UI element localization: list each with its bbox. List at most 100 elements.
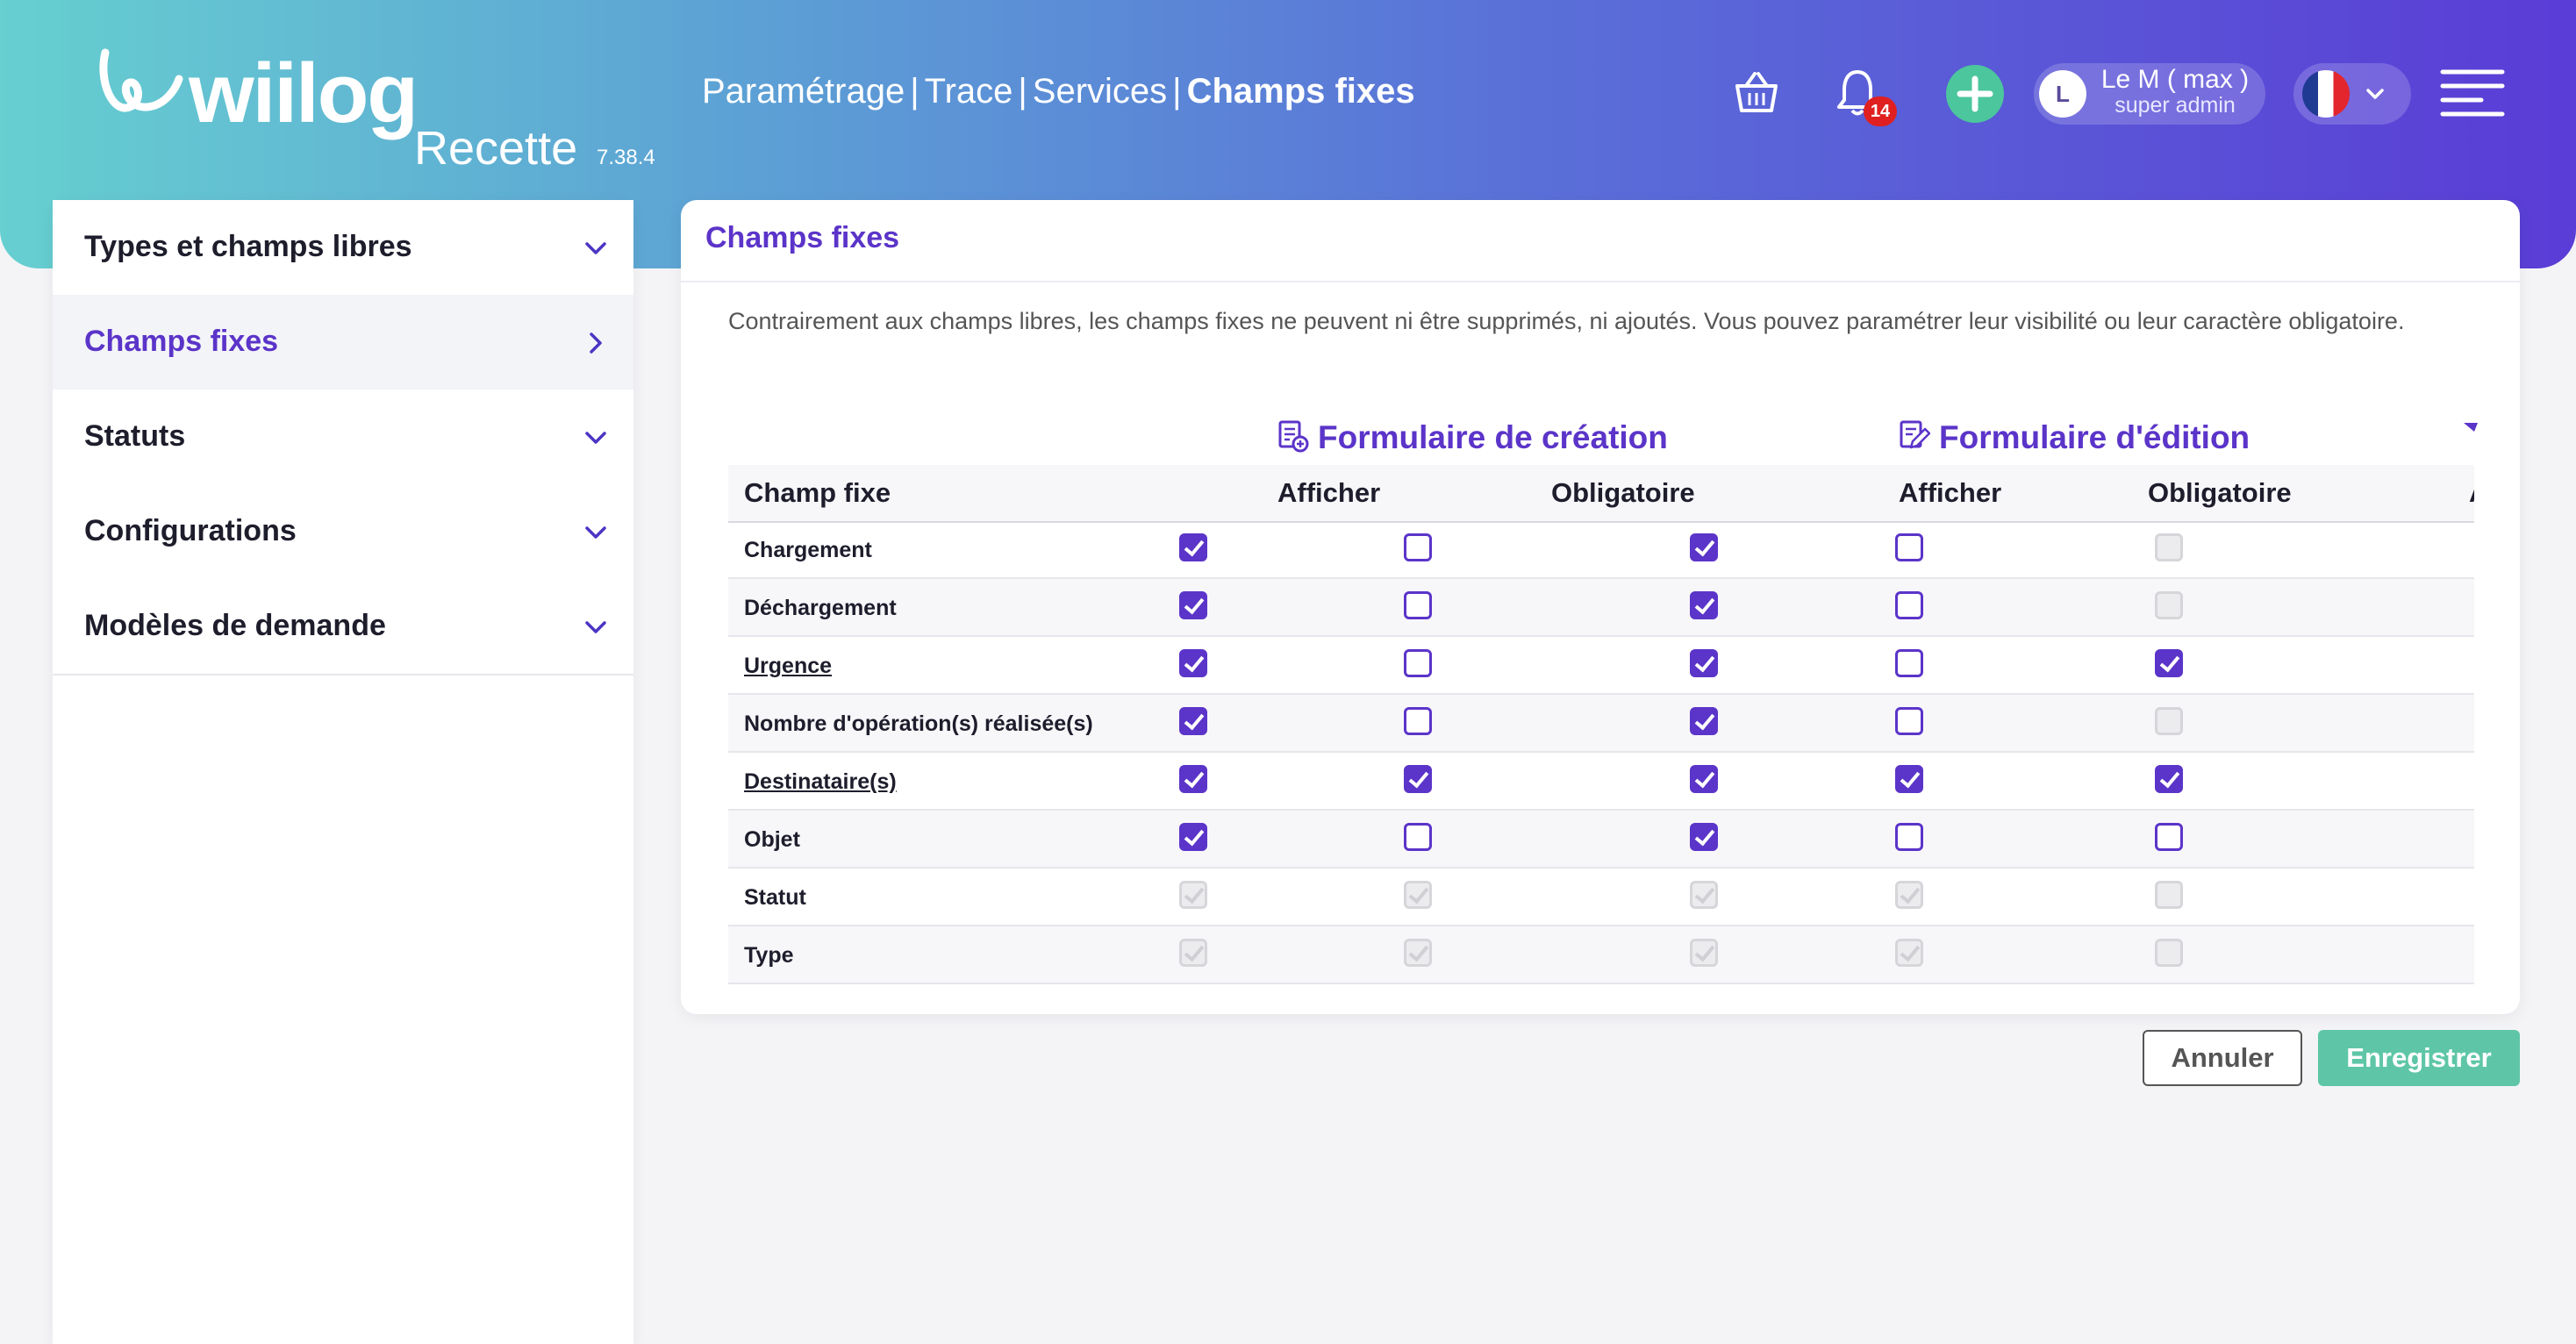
version-label: 7.38.4 [597, 146, 655, 169]
cancel-button[interactable]: Annuler [2143, 1030, 2302, 1086]
row-label: Objet [744, 827, 800, 852]
sidebar-item-label: Modèles de demande [84, 609, 386, 642]
settings-sidebar: Types et champs libres Champs fixes Stat… [53, 200, 633, 1344]
sidebar-item-label: Statuts [84, 419, 186, 453]
checkbox [2155, 939, 2183, 967]
sidebar-item-configurations[interactable]: Configurations [53, 484, 633, 581]
row-label: Nombre d'opération(s) réalisée(s) [744, 711, 1093, 736]
checkbox [2155, 533, 2183, 561]
checkbox[interactable] [1895, 707, 1923, 735]
chevron-down-icon[interactable] [2364, 82, 2386, 105]
fixed-fields-card: Champs fixes Contrairement aux champs li… [681, 200, 2520, 1014]
divider [681, 281, 2520, 282]
breadcrumb-item[interactable]: Paramétrage [702, 72, 905, 111]
group-icon-partial [2464, 423, 2478, 432]
user-role: super admin [2114, 93, 2236, 118]
fr-flag-icon[interactable] [2302, 70, 2350, 118]
chevron-down-icon [585, 432, 606, 444]
checkbox[interactable] [1404, 707, 1432, 735]
column-header[interactable]: Champ fixe [744, 477, 891, 509]
checkbox[interactable] [2155, 765, 2183, 793]
row-label[interactable]: Destinataire(s) [744, 769, 897, 795]
sidebar-item-label: Champs fixes [84, 325, 279, 358]
checkbox[interactable] [1179, 707, 1207, 735]
user-name[interactable]: Le M ( max ) [2092, 65, 2258, 95]
checkbox[interactable] [1690, 533, 1718, 561]
group-title-edition: Formulaire d'édition [1939, 419, 2250, 455]
checkbox[interactable] [1179, 649, 1207, 677]
checkbox [1690, 939, 1718, 967]
form-edit-icon [1900, 420, 1930, 449]
table-row: Urgence [728, 637, 2474, 695]
column-header[interactable]: Afficher [1899, 477, 2001, 509]
sidebar-item-statuts[interactable]: Statuts [53, 390, 633, 486]
sidebar-item-label: Configurations [84, 514, 297, 547]
column-header[interactable]: Afficher [1277, 477, 1380, 509]
checkbox [1179, 939, 1207, 967]
notification-badge: 14 [1864, 97, 1897, 126]
save-button[interactable]: Enregistrer [2318, 1030, 2520, 1086]
checkbox[interactable] [1895, 823, 1923, 851]
checkbox[interactable] [1179, 765, 1207, 793]
column-header[interactable]: Obligatoire [2148, 477, 2292, 509]
sidebar-item-modeles[interactable]: Modèles de demande [53, 579, 633, 676]
checkbox [1895, 939, 1923, 967]
avatar[interactable]: L [2039, 70, 2086, 118]
add-button[interactable] [1946, 65, 2004, 123]
table-row: Objet [728, 811, 2474, 869]
checkbox[interactable] [2155, 649, 2183, 677]
breadcrumb: Paramétrage | Trace | Services | Champs fixes [702, 72, 1415, 111]
checkbox[interactable] [1404, 649, 1432, 677]
chevron-down-icon [585, 621, 606, 633]
checkbox[interactable] [1404, 765, 1432, 793]
checkbox[interactable] [1895, 591, 1923, 619]
checkbox [2155, 591, 2183, 619]
checkbox [2155, 881, 2183, 909]
checkbox [1179, 881, 1207, 909]
brand-name: wiilog [189, 46, 419, 140]
checkbox[interactable] [1690, 823, 1718, 851]
checkbox[interactable] [1895, 533, 1923, 561]
chevron-right-icon [590, 332, 602, 354]
row-label: Chargement [744, 538, 872, 562]
breadcrumb-item[interactable]: Services [1033, 72, 1167, 111]
sidebar-item-champs-fixes[interactable]: Champs fixes [53, 295, 633, 391]
table-row: Statut [728, 869, 2474, 926]
basket-icon[interactable] [1732, 68, 1781, 116]
wiilog-logo-icon [99, 48, 183, 112]
checkbox[interactable] [1690, 649, 1718, 677]
checkbox[interactable] [1179, 533, 1207, 561]
table-row: Type [728, 926, 2474, 984]
table-row: Nombre d'opération(s) réalisée(s) [728, 695, 2474, 753]
checkbox [1404, 881, 1432, 909]
checkbox[interactable] [1179, 823, 1207, 851]
checkbox[interactable] [1690, 707, 1718, 735]
column-header[interactable]: Obligatoire [1551, 477, 1695, 509]
checkbox [2155, 707, 2183, 735]
checkbox[interactable] [1690, 765, 1718, 793]
checkbox[interactable] [2155, 823, 2183, 851]
table-row: Déchargement [728, 579, 2474, 637]
menu-icon[interactable] [2439, 67, 2506, 119]
checkbox[interactable] [1179, 591, 1207, 619]
table-header: Champ fixe Afficher Obligatoire Afficher… [728, 465, 2474, 523]
breadcrumb-current: Champs fixes [1186, 72, 1415, 111]
checkbox[interactable] [1895, 765, 1923, 793]
checkbox[interactable] [1404, 823, 1432, 851]
sidebar-item-types[interactable]: Types et champs libres [53, 200, 633, 297]
row-label: Déchargement [744, 596, 897, 620]
form-create-icon [1278, 420, 1309, 453]
checkbox[interactable] [1404, 533, 1432, 561]
column-header[interactable]: A [2469, 477, 2474, 509]
row-label[interactable]: Urgence [744, 654, 832, 679]
checkbox [1690, 881, 1718, 909]
row-label: Statut [744, 885, 806, 910]
sidebar-item-label: Types et champs libres [84, 230, 412, 263]
checkbox[interactable] [1895, 649, 1923, 677]
checkbox[interactable] [1690, 591, 1718, 619]
checkbox[interactable] [1404, 591, 1432, 619]
group-title-creation: Formulaire de création [1318, 419, 1668, 455]
chevron-down-icon [585, 526, 606, 539]
table-row: Destinataire(s) [728, 753, 2474, 811]
breadcrumb-item[interactable]: Trace [925, 72, 1013, 111]
